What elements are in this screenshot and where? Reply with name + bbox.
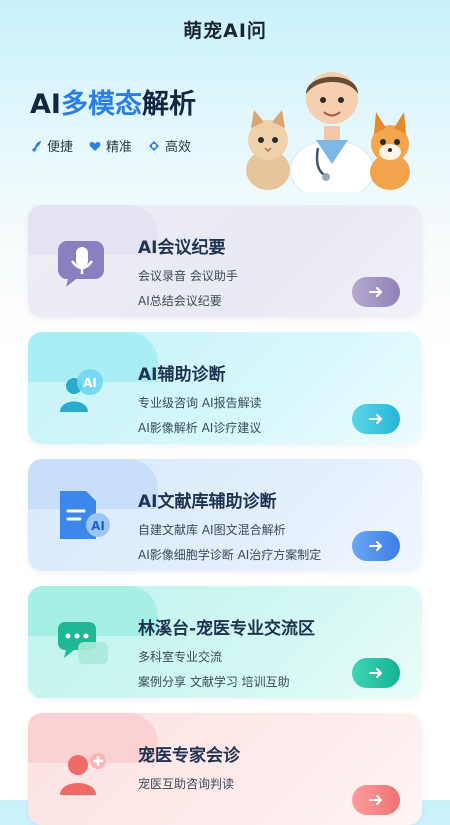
card-title: AI辅助诊断	[138, 365, 226, 385]
target-icon	[149, 140, 160, 151]
app-title: 萌宠AI问	[183, 20, 267, 42]
feature-item-efficient: 高效	[148, 136, 191, 155]
go-button[interactable]	[352, 404, 400, 434]
rocket-icon	[32, 140, 41, 152]
arrow-right-icon	[369, 414, 382, 424]
vet-doctor-image	[289, 72, 375, 192]
card-professional-exchange-area[interactable]: 林溪台-宠医专业交流区 多科室专业交流 案例分享 文献学习 培训互助	[28, 586, 422, 698]
go-button[interactable]	[352, 658, 400, 688]
heart-shield-icon	[89, 141, 101, 151]
card-title: 林溪台-宠医专业交流区	[138, 619, 316, 639]
card-desc-line1: 专业级咨询 AI报告解读	[138, 396, 262, 410]
card-title: AI文献库辅助诊断	[138, 492, 277, 512]
fox-image	[370, 112, 410, 190]
arrow-right-icon	[369, 668, 382, 678]
card-title: AI会议纪要	[138, 238, 226, 258]
feature-list: 便捷 精准 高效	[30, 136, 191, 155]
cat-image	[246, 110, 290, 190]
document-ai-icon: AI	[60, 491, 110, 539]
card-desc-line1: 多科室专业交流	[138, 650, 223, 664]
arrow-right-icon	[369, 541, 382, 551]
svg-text:AI: AI	[83, 376, 97, 390]
card-desc-line2: AI影像解析 AI诊疗建议	[138, 421, 262, 435]
expert-consult-icon	[60, 753, 106, 795]
card-expert-consultation[interactable]: 宠医专家会诊 宠医互助咨询判读	[28, 713, 422, 825]
arrow-right-icon	[369, 795, 382, 805]
card-desc-line1: 自建文献库 AI图文混合解析	[138, 523, 286, 537]
card-desc-line2: AI影像细胞学诊断 AI治疗方案制定	[138, 548, 322, 562]
card-ai-meeting-minutes[interactable]: AI会议纪要 会议录音 会议助手 AI总结会议纪要	[28, 205, 422, 317]
hero-title: AI多模态解析	[30, 82, 196, 121]
hero-title-ai: AI	[30, 89, 61, 120]
chat-bubbles-icon	[58, 622, 108, 664]
card-desc-line1: 宠医互助咨询判读	[138, 777, 235, 791]
go-button[interactable]	[352, 277, 400, 307]
hero-title-highlight: 多模态	[60, 89, 142, 120]
feature-item-accurate: 精准	[89, 136, 132, 155]
feature-label: 高效	[165, 140, 192, 155]
card-desc-line2: AI总结会议纪要	[138, 294, 222, 308]
card-title: 宠医专家会诊	[138, 746, 240, 766]
go-button[interactable]	[352, 785, 400, 815]
feature-label: 精准	[106, 140, 133, 155]
microphone-icon	[58, 241, 104, 287]
card-desc-line2: 案例分享 文献学习 培训互助	[138, 675, 290, 689]
feature-item-convenient: 便捷	[30, 136, 73, 155]
card-ai-assisted-diagnosis[interactable]: AI AI辅助诊断 专业级咨询 AI报告解读 AI影像解析 AI诊疗建议	[28, 332, 422, 444]
svg-text:AI: AI	[91, 519, 105, 533]
card-ai-literature-diagnosis[interactable]: AI AI文献库辅助诊断 自建文献库 AI图文混合解析 AI影像细胞学诊断 AI…	[28, 459, 422, 571]
card-desc-line1: 会议录音 会议助手	[138, 269, 238, 283]
feature-label: 便捷	[47, 140, 74, 155]
go-button[interactable]	[352, 531, 400, 561]
hero-illustration	[246, 72, 410, 192]
hero-title-rest: 解析	[141, 89, 196, 120]
ai-doctor-icon: AI	[60, 369, 103, 412]
arrow-right-icon	[369, 287, 382, 297]
